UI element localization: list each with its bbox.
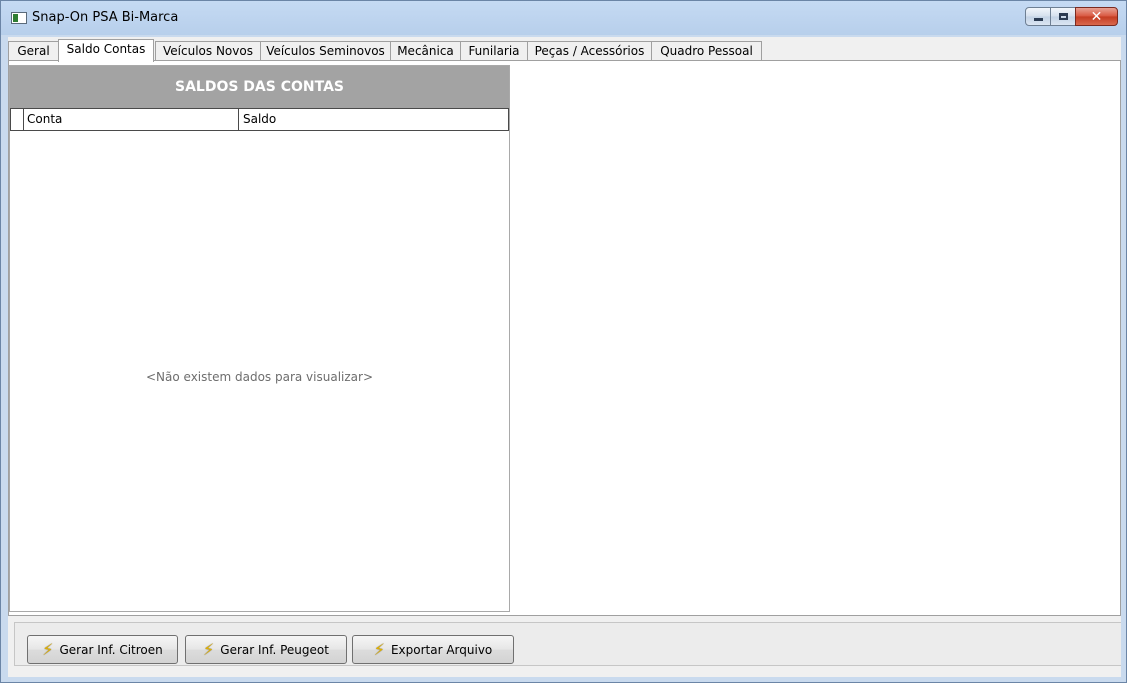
window-controls: ✕ — [1025, 7, 1118, 27]
app-icon — [11, 12, 27, 24]
minimize-button[interactable] — [1025, 7, 1051, 26]
grid-header: Conta Saldo — [10, 108, 509, 131]
lightning-bolt-icon: ⚡ — [42, 639, 54, 659]
action-button-group: ⚡ Gerar Inf. Citroen ⚡ Gerar Inf. Peugeo… — [14, 622, 1121, 666]
close-button[interactable]: ✕ — [1075, 7, 1118, 26]
column-header-saldo[interactable]: Saldo — [240, 109, 500, 130]
minimize-icon — [1033, 18, 1043, 21]
app-window: Snap-On PSA Bi-Marca ✕ Geral Saldo Conta… — [0, 0, 1127, 683]
tab-veiculos-seminovos[interactable]: Veículos Seminovos — [260, 41, 391, 60]
gerar-inf-peugeot-label: Gerar Inf. Peugeot — [220, 642, 329, 657]
exportar-arquivo-label: Exportar Arquivo — [390, 642, 493, 657]
close-icon: ✕ — [1090, 8, 1103, 25]
title-bar[interactable]: Snap-On PSA Bi-Marca ✕ — [1, 1, 1126, 35]
lightning-bolt-icon: ⚡ — [373, 639, 385, 659]
column-header-conta[interactable]: Conta — [24, 109, 239, 130]
exportar-arquivo-button[interactable]: ⚡ Exportar Arquivo — [352, 635, 514, 664]
tab-page-saldo-contas: SALDOS DAS CONTAS Conta Saldo <Não exist… — [8, 60, 1121, 616]
client-area: Geral Saldo Contas Veículos Novos Veícul… — [8, 37, 1121, 677]
maximize-icon — [1058, 13, 1068, 20]
tab-veiculos-novos[interactable]: Veículos Novos — [155, 41, 261, 60]
tab-mecanica[interactable]: Mecânica — [390, 41, 461, 60]
tab-quadro-pessoal[interactable]: Quadro Pessoal — [651, 41, 762, 60]
tab-funilaria[interactable]: Funilaria — [460, 41, 528, 60]
row-indicator-header — [11, 109, 24, 130]
tab-geral[interactable]: Geral — [8, 41, 59, 60]
tab-strip: Geral Saldo Contas Veículos Novos Veícul… — [8, 39, 1121, 62]
maximize-button[interactable] — [1050, 7, 1076, 26]
window-title: Snap-On PSA Bi-Marca — [32, 10, 179, 25]
saldos-grid[interactable]: SALDOS DAS CONTAS Conta Saldo <Não exist… — [9, 65, 510, 612]
tab-pecas-acessorios[interactable]: Peças / Acessórios — [527, 41, 652, 60]
bottom-toolbar: ⚡ Gerar Inf. Citroen ⚡ Gerar Inf. Peugeo… — [8, 616, 1121, 677]
grid-empty-message: <Não existem dados para visualizar> — [145, 370, 373, 384]
gerar-inf-citroen-label: Gerar Inf. Citroen — [59, 642, 163, 657]
tab-saldo-contas[interactable]: Saldo Contas — [58, 39, 154, 62]
lightning-bolt-icon: ⚡ — [203, 639, 215, 659]
grid-title: SALDOS DAS CONTAS — [10, 66, 509, 108]
gerar-inf-citroen-button[interactable]: ⚡ Gerar Inf. Citroen — [27, 635, 178, 664]
gerar-inf-peugeot-button[interactable]: ⚡ Gerar Inf. Peugeot — [185, 635, 347, 664]
